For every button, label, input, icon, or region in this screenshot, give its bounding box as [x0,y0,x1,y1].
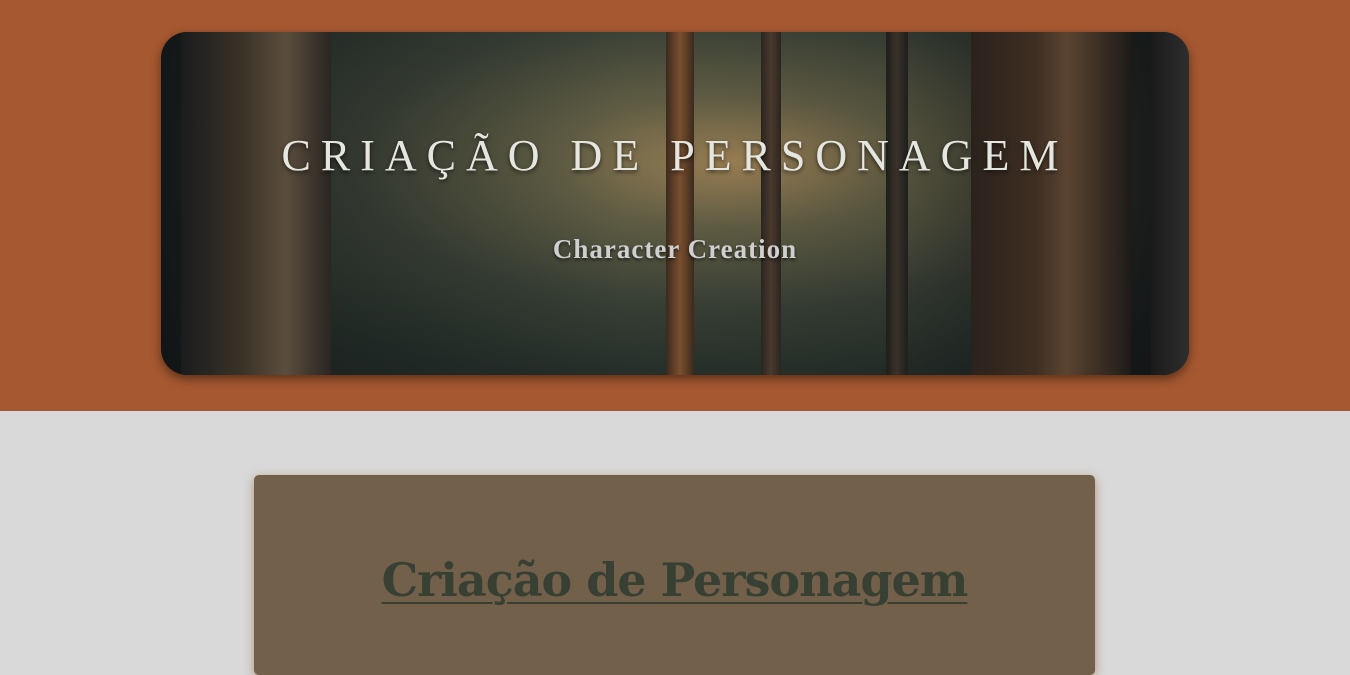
card-title: Criação de Personagem [381,553,969,607]
banner-title: CRIAÇÃO DE PERSONAGEM [281,131,1069,180]
tree-trunk-image [971,32,1131,375]
tree-trunk-image [761,32,781,375]
tree-trunk-image [666,32,694,375]
tree-trunk-image [886,32,908,375]
header-banner: CRIAÇÃO DE PERSONAGEM Character Creation [161,32,1189,375]
tree-trunk-image [1151,32,1189,375]
header-band: CRIAÇÃO DE PERSONAGEM Character Creation [0,0,1350,411]
tree-trunk-image [181,32,331,375]
banner-subtitle: Character Creation [552,234,798,264]
content-card: Criação de Personagem [254,475,1095,675]
